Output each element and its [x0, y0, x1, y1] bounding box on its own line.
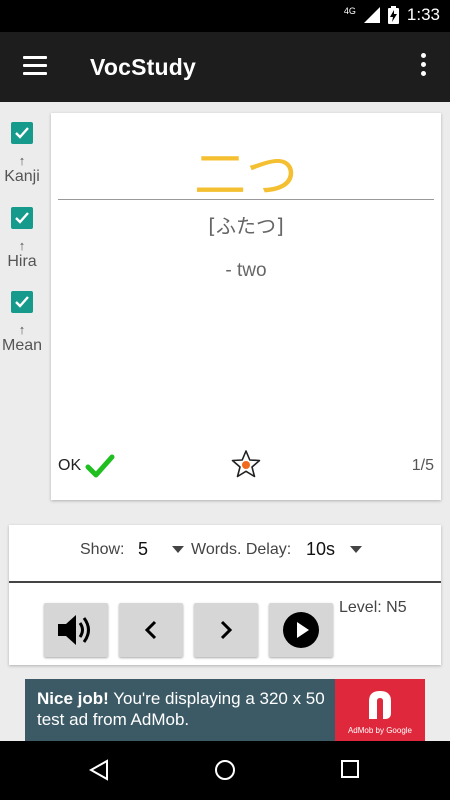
- network-type: 4G: [343, 6, 356, 16]
- chevron-left-icon: [144, 620, 157, 640]
- flash-card[interactable]: 二つ [ふたつ] - two OK 1/5: [51, 113, 441, 500]
- favorite-star-icon[interactable]: [231, 449, 261, 484]
- ad-banner[interactable]: Nice job! You're displaying a 320 x 50 t…: [25, 679, 425, 741]
- status-bar: 4G 1:33: [0, 0, 450, 32]
- chevron-right-icon: [220, 620, 233, 640]
- kanji-text: 二つ: [193, 146, 298, 206]
- navigation-bar: [0, 741, 450, 800]
- toggle-label: Mean: [1, 337, 43, 354]
- card-divider: [58, 199, 434, 200]
- settings-row: Show: 5 Words. Delay: 10s: [9, 539, 441, 561]
- battery-icon: [387, 6, 399, 24]
- admob-logo-icon: [369, 691, 391, 719]
- panel-divider: [9, 581, 441, 583]
- toggle-kanji[interactable]: ↑ Kanji: [0, 122, 44, 186]
- speaker-icon: [58, 615, 90, 645]
- checkbox-hira[interactable]: [11, 207, 33, 229]
- show-label: Show:: [80, 541, 125, 558]
- checkmark-icon: [85, 454, 115, 478]
- back-icon[interactable]: [88, 759, 110, 781]
- toggle-mean[interactable]: ↑ Mean: [0, 291, 44, 355]
- recents-icon[interactable]: [340, 759, 360, 779]
- delay-label: Words. Delay:: [191, 541, 292, 558]
- admob-logo: AdMob by Google: [335, 679, 425, 741]
- reading-text: [ふたつ]: [208, 214, 284, 238]
- clock: 1:33: [406, 5, 440, 24]
- ad-headline: Nice job!: [37, 689, 109, 708]
- show-count-select[interactable]: 5: [138, 539, 148, 560]
- home-icon[interactable]: [214, 759, 236, 781]
- play-button[interactable]: [269, 603, 333, 657]
- card-counter: 1/5: [411, 457, 434, 474]
- overflow-menu-icon[interactable]: [413, 53, 433, 81]
- arrow-up-icon: ↑: [18, 322, 26, 337]
- checkbox-kanji[interactable]: [11, 122, 33, 144]
- ok-button[interactable]: OK: [58, 453, 115, 479]
- check-icon: [15, 127, 29, 139]
- meaning-text: - two: [225, 260, 267, 281]
- arrow-up-icon: ↑: [18, 238, 26, 253]
- previous-button[interactable]: [119, 603, 183, 657]
- delay-select[interactable]: 10s: [306, 539, 335, 560]
- toggle-label: Kanji: [4, 168, 40, 185]
- ad-logo-caption: AdMob by Google: [347, 726, 413, 735]
- speak-button[interactable]: [44, 603, 108, 657]
- dropdown-arrow-icon[interactable]: [172, 546, 184, 553]
- check-icon: [15, 296, 29, 308]
- control-panel: Show: 5 Words. Delay: 10s Level: N5: [9, 525, 441, 665]
- next-button[interactable]: [194, 603, 258, 657]
- level-label: Level: N5: [339, 599, 407, 616]
- app-title: VocStudy: [90, 54, 196, 80]
- app-bar: VocStudy: [0, 32, 450, 102]
- toggle-label: Hira: [7, 253, 37, 270]
- dropdown-arrow-icon[interactable]: [350, 546, 362, 553]
- signal-icon: [363, 7, 380, 23]
- checkbox-mean[interactable]: [11, 291, 33, 313]
- ad-text: Nice job! You're displaying a 320 x 50 t…: [37, 688, 337, 730]
- ok-label: OK: [58, 457, 82, 474]
- menu-icon[interactable]: [23, 56, 47, 76]
- arrow-up-icon: ↑: [18, 153, 26, 168]
- toggle-hira[interactable]: ↑ Hira: [0, 207, 44, 271]
- play-icon: [283, 612, 319, 648]
- check-icon: [15, 212, 29, 224]
